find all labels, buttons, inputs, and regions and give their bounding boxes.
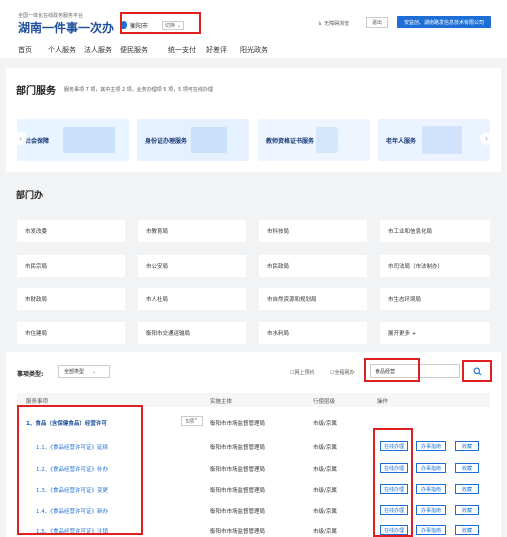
main-nav: 首页 个人服务 法人服务 便民服务 统一支付 好差评 阳光政务 <box>18 45 280 55</box>
sub-item-level: 市级/京属 <box>313 445 337 451</box>
sub-item-level: 市级/京属 <box>313 467 337 473</box>
dept-item[interactable]: 市工业和信息化局 <box>380 220 490 242</box>
service-guide-button[interactable]: 办事指南 <box>416 441 446 451</box>
carousel-next-button[interactable]: › <box>480 132 493 145</box>
dept-item[interactable]: 衡阳市交通运输局 <box>138 322 246 344</box>
dept-office-title: 部门办 <box>16 191 44 201</box>
sub-item-subject: 衡阳市市场监督管理局 <box>210 509 266 515</box>
logout-button[interactable]: 退出 <box>366 17 388 28</box>
dept-item[interactable]: 市水利局 <box>259 322 367 344</box>
service-guide-button[interactable]: 办事指南 <box>416 525 446 535</box>
dept-service-stats: 服务事项 7 项，其中主项 2 项，业务办理项 5 项，5 项可在线办理 <box>64 87 213 93</box>
nav-convenience[interactable]: 便民服务 <box>120 45 168 55</box>
sub-items-toggle[interactable]: 5项 ^ <box>181 416 203 426</box>
main-item-level: 市级/京属 <box>313 421 337 427</box>
service-items-highlight-box <box>17 405 143 535</box>
online-apply-highlight-box <box>373 428 413 537</box>
sub-item-subject: 衡阳市市场监督管理局 <box>210 529 266 535</box>
dept-item[interactable]: 市财政局 <box>17 288 125 310</box>
type-filter-select[interactable]: 全部类型 ⌄ <box>58 365 110 378</box>
banner-teacher-cert[interactable]: 教师资格证书服务 <box>258 119 370 161</box>
user-account-button[interactable]: 安益创、湖南路发信息技术有限公司 <box>397 16 491 28</box>
favorite-button[interactable]: 收藏 <box>455 505 479 515</box>
service-guide-button[interactable]: 办事指南 <box>416 484 446 494</box>
site-header: 全国一体化在线政务服务平台 湖南一件事一次办 衡阳市 切换 ⌄ ♿ 无障碍浏览 … <box>0 0 507 58</box>
dept-item[interactable]: 市科技局 <box>259 220 367 242</box>
platform-subtitle: 全国一体化在线政务服务平台 <box>18 13 84 19</box>
sub-item-level: 市级/京属 <box>313 509 337 515</box>
favorite-button[interactable]: 收藏 <box>455 484 479 494</box>
favorite-button[interactable]: 收藏 <box>455 463 479 473</box>
dept-item[interactable]: 市人社局 <box>138 288 246 310</box>
site-title[interactable]: 湖南一件事一次办 <box>18 19 114 36</box>
col-header-level: 行使层级 <box>313 399 336 405</box>
city-highlight-box <box>120 12 201 34</box>
sub-item-subject: 衡阳市市场监督管理局 <box>210 488 266 494</box>
online-booking-checkbox[interactable]: ☐网上预约 <box>290 369 315 376</box>
col-header-action: 操作 <box>377 399 389 405</box>
favorite-button[interactable]: 收藏 <box>455 525 479 535</box>
banner-id-card[interactable]: 身份证办理服务 <box>137 119 249 161</box>
search-button-highlight-box <box>462 360 492 382</box>
id-card-illustration <box>191 127 228 153</box>
full-online-checkbox[interactable]: ☐全程网办 <box>330 369 355 376</box>
dept-item[interactable]: 市司法局（市法制办） <box>380 255 490 277</box>
social-security-illustration <box>63 127 116 153</box>
col-header-subject: 实施主体 <box>210 399 233 405</box>
expand-more-button[interactable]: 展开更多 + <box>380 322 490 344</box>
sub-item-subject: 衡阳市市场监督管理局 <box>210 467 266 473</box>
sub-item-subject: 衡阳市市场监督管理局 <box>210 445 266 451</box>
service-guide-button[interactable]: 办事指南 <box>416 505 446 515</box>
sub-item-level: 市级/京属 <box>313 488 337 494</box>
dept-item[interactable]: 市发改委 <box>17 220 125 242</box>
teacher-cert-illustration <box>316 127 339 153</box>
dept-item[interactable]: 市公安局 <box>138 255 246 277</box>
sub-item-level: 市级/京属 <box>313 529 337 535</box>
dept-item[interactable]: 市生态环境局 <box>380 288 490 310</box>
chevron-down-icon: ⌄ <box>92 368 97 375</box>
dept-item[interactable]: 市民宗局 <box>17 255 125 277</box>
dept-service-title: 部门服务 <box>16 86 56 97</box>
carousel-prev-button[interactable]: ‹ <box>14 132 27 145</box>
nav-home[interactable]: 首页 <box>18 45 48 55</box>
nav-rating[interactable]: 好差评 <box>206 45 240 55</box>
service-guide-button[interactable]: 办事指南 <box>416 463 446 473</box>
favorite-button[interactable]: 收藏 <box>455 441 479 451</box>
dept-item[interactable]: 市住建局 <box>17 322 125 344</box>
dept-item[interactable]: 市教育局 <box>138 220 246 242</box>
nav-corporate[interactable]: 法人服务 <box>84 45 120 55</box>
banner-elderly[interactable]: 老年人服务 <box>378 119 490 161</box>
col-header-service: 服务事项 <box>26 399 49 405</box>
main-item-subject: 衡阳市市场监督管理局 <box>210 421 266 427</box>
dept-item[interactable]: 市民政局 <box>259 255 367 277</box>
search-input-highlight-box <box>364 358 420 382</box>
nav-personal[interactable]: 个人服务 <box>48 45 84 55</box>
type-filter-label: 事项类型: <box>17 371 44 378</box>
nav-payment[interactable]: 统一支付 <box>168 45 206 55</box>
banner-social-security[interactable]: 社会保障 <box>17 119 129 161</box>
dept-item[interactable]: 市自然资源和规划局 <box>259 288 367 310</box>
accessibility-link[interactable]: ♿ 无障碍浏览 <box>318 20 349 27</box>
elderly-illustration <box>422 126 463 154</box>
nav-sunshine[interactable]: 阳光政务 <box>240 45 280 55</box>
